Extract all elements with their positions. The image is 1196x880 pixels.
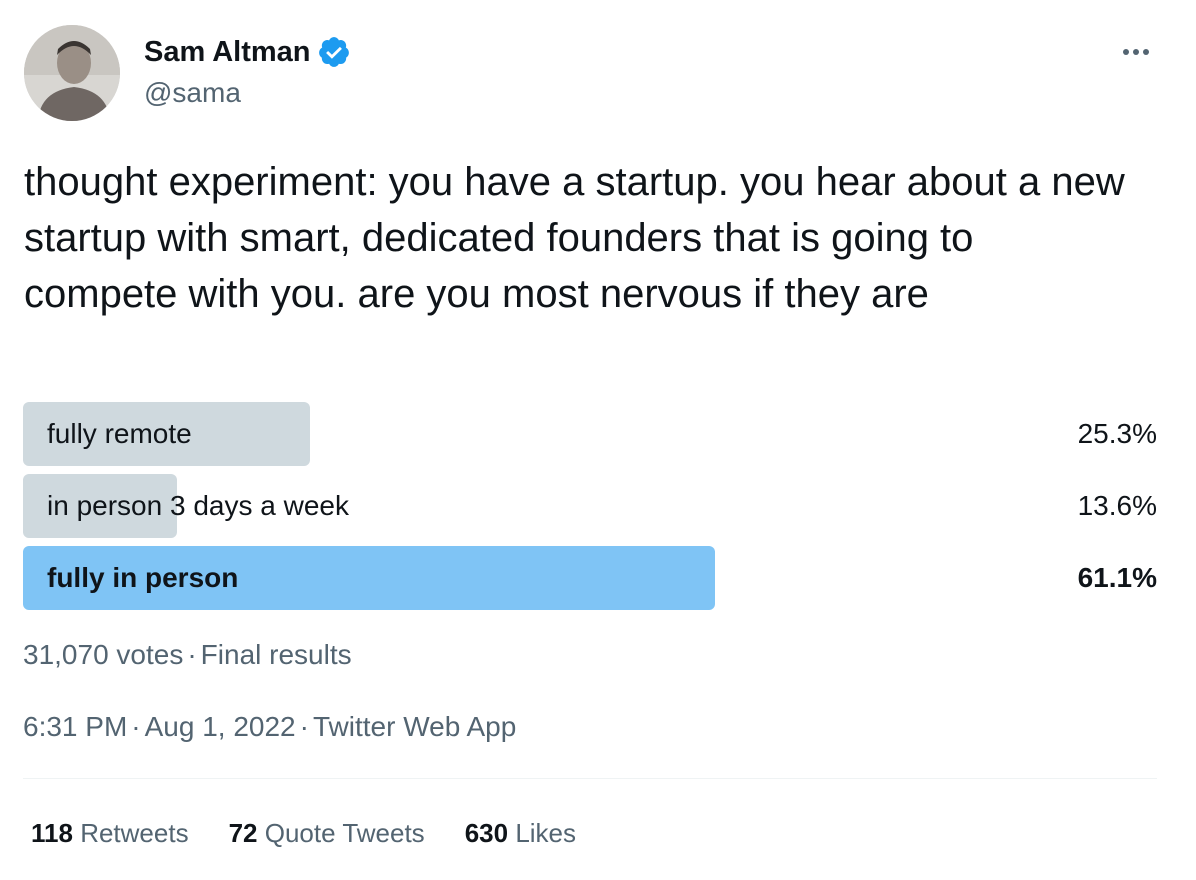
poll-option-percent: 61.1% — [1077, 562, 1157, 593]
poll-option-label: fully in person — [47, 562, 239, 593]
retweets-stat[interactable]: 118 Retweets — [31, 814, 189, 852]
author-name[interactable]: Sam Altman — [144, 34, 351, 70]
separator-dot: · — [131, 711, 141, 742]
tweet-timestamp: 6:31 PM · Aug 1, 2022 · Twitter Web App — [23, 708, 516, 746]
poll-option-label: fully remote — [47, 418, 192, 449]
poll-summary: 31,070 votes · Final results — [23, 636, 352, 674]
avatar[interactable] — [24, 25, 120, 121]
likes-label: Likes — [515, 818, 577, 848]
poll: fully remote 25.3% in person 3 days a we… — [23, 402, 1157, 618]
poll-option-label: in person 3 days a week — [47, 490, 349, 521]
more-options-icon — [1123, 49, 1149, 55]
poll-option-percent: 25.3% — [1077, 418, 1157, 449]
retweets-count: 118 — [31, 818, 73, 848]
separator-dot: · — [299, 711, 309, 742]
retweets-label: Retweets — [80, 818, 189, 848]
separator-dot: · — [187, 639, 197, 670]
poll-status: Final results — [200, 639, 352, 670]
likes-stat[interactable]: 630 Likes — [465, 814, 576, 852]
verified-badge-icon — [318, 37, 349, 67]
more-options-button[interactable] — [1116, 36, 1156, 68]
tweet-text: thought experiment: you have a startup. … — [24, 160, 1125, 316]
poll-option-in-person-3-days: in person 3 days a week 13.6% — [23, 474, 1157, 538]
author-display-name: Sam Altman — [144, 36, 311, 68]
tweet-card: Sam Altman @sama thought experiment: you… — [0, 0, 1196, 880]
poll-votes: 31,070 votes — [23, 639, 184, 670]
tweet-source[interactable]: Twitter Web App — [313, 711, 516, 742]
author-handle[interactable]: @sama — [144, 76, 241, 110]
poll-option-percent: 13.6% — [1077, 490, 1157, 521]
likes-count: 630 — [464, 818, 509, 848]
quote-tweets-label: Quote Tweets — [264, 818, 425, 848]
tweet-time[interactable]: 6:31 PM — [23, 711, 127, 742]
poll-option-fully-in-person: fully in person 61.1% — [23, 546, 1157, 610]
quote-tweets-count: 72 — [228, 818, 258, 848]
divider — [23, 778, 1157, 779]
quote-tweets-stat[interactable]: 72 Quote Tweets — [229, 814, 425, 852]
poll-option-fully-remote: fully remote 25.3% — [23, 402, 1157, 466]
tweet-date[interactable]: Aug 1, 2022 — [145, 711, 296, 742]
tweet-stats: 118 Retweets 72 Quote Tweets 630 Likes — [31, 814, 616, 852]
avatar-photo-icon — [24, 25, 120, 121]
